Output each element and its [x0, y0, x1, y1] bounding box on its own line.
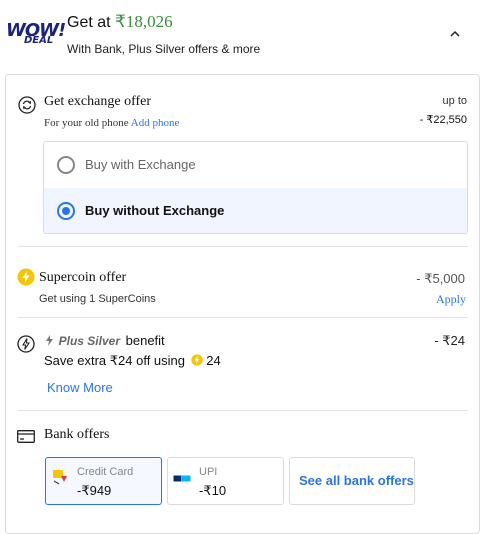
bank-tile-credit-card[interactable]: Credit Card -₹949 [45, 457, 162, 505]
option-label: Buy with Exchange [85, 157, 196, 172]
know-more-link[interactable]: Know More [47, 380, 113, 395]
option-buy-without-exchange[interactable]: Buy without Exchange [44, 188, 467, 233]
divider [18, 246, 468, 247]
see-all-bank-offers-label: See all bank offers [299, 473, 414, 488]
tile-value: -₹10 [199, 483, 227, 498]
exchange-icon [18, 96, 36, 114]
offers-card: Get exchange offer For your old phone Ad… [5, 74, 480, 534]
plus-silver-brand: Plus Silver [58, 334, 120, 348]
credit-card-offer-icon [53, 470, 67, 485]
tile-value: -₹949 [77, 483, 112, 498]
deal-logo-text: DEAL [24, 35, 54, 46]
wow-deal-logo: WOW! DEAL [6, 20, 66, 48]
upto-label: up to [442, 95, 467, 107]
credit-card-icon [17, 430, 35, 443]
supercoin-count: 24 [206, 353, 221, 368]
supercoin-amount: - ₹5,000 [416, 271, 465, 286]
tile-label: Credit Card [77, 466, 134, 478]
header-subtitle: With Bank, Plus Silver offers & more [67, 42, 261, 56]
option-label: Buy without Exchange [85, 203, 225, 218]
supercoin-icon [17, 268, 35, 286]
see-all-bank-offers-button[interactable]: See all bank offers [289, 457, 415, 505]
add-phone-link[interactable]: Add phone [131, 117, 180, 129]
exchange-max-amount: - ₹22,550 [419, 114, 467, 126]
lightning-circle-icon [17, 335, 35, 353]
exchange-subtitle: For your old phone Add phone [44, 117, 179, 129]
apply-supercoin-link[interactable]: Apply [436, 292, 466, 307]
final-price: ₹18,026 [115, 12, 173, 31]
offer-header[interactable]: WOW! DEAL Get at ₹18,026 With Bank, Plus… [0, 0, 493, 68]
supercoin-subtitle: Get using 1 SuperCoins [39, 293, 156, 305]
tile-label: UPI [199, 466, 218, 478]
plus-silver-desc: Save extra ₹24 off using 24 [44, 353, 221, 369]
option-buy-with-exchange[interactable]: Buy with Exchange [44, 142, 467, 188]
supercoin-title: Supercoin offer [39, 270, 127, 285]
chevron-up-icon[interactable] [448, 27, 462, 41]
get-at-label: Get at [67, 14, 111, 31]
plus-silver-amount: - ₹24 [434, 333, 465, 348]
radio-buy-with-exchange[interactable] [57, 156, 75, 174]
divider [18, 317, 468, 318]
plus-silver-title: Plus Silver benefit [44, 333, 165, 348]
plus-silver-title-suffix: benefit [125, 333, 165, 348]
bank-tile-upi[interactable]: UPI -₹10 [167, 457, 284, 505]
bank-offers-title: Bank offers [44, 427, 110, 442]
exchange-options: Buy with Exchange Buy without Exchange [43, 141, 468, 234]
exchange-subtitle-text: For your old phone [44, 117, 129, 129]
divider [18, 410, 468, 411]
plus-brand-icon [46, 335, 53, 346]
radio-buy-without-exchange[interactable] [57, 202, 75, 220]
supercoin-icon [190, 354, 203, 366]
get-at-price: Get at ₹18,026 [67, 12, 173, 32]
plus-silver-desc-text: Save extra ₹24 off using [44, 353, 186, 368]
exchange-title: Get exchange offer [44, 94, 152, 109]
paytm-icon [173, 474, 191, 483]
